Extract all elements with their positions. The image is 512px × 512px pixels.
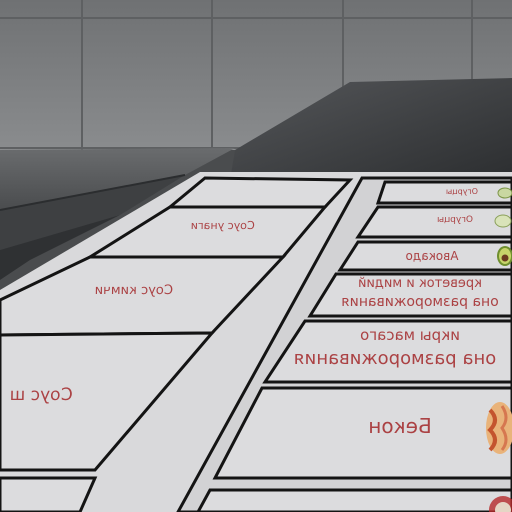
right-panel-cell-1: [375, 180, 512, 205]
right-cell-label-2: Огурцы: [437, 215, 473, 225]
right-cell-label-3: Авокадо: [406, 249, 459, 263]
cucumber-slice-icon: [494, 214, 512, 228]
left-cell-label-2: Соус кимчи: [93, 283, 175, 298]
left-cell-label-3: Соус ш: [7, 385, 74, 405]
right-panel-cell-2: [355, 205, 512, 239]
right-cell-label-6: Бекон: [368, 414, 431, 438]
cucumber-slice-icon: [497, 187, 512, 199]
right-cell-label-4b: она размороживания: [341, 294, 498, 310]
right-cell-label-5b: она размороживания: [294, 348, 496, 369]
right-panel-cell-7: [196, 488, 512, 512]
left-cell-label-1: Соус унаги: [189, 219, 256, 232]
right-cell-label-5a: икры масаго: [360, 326, 460, 344]
right-cell-label-1: Огурцы: [446, 187, 478, 196]
kitchen-scene: Соус унаги Соус кимчи Соус ш Огурцы Огур…: [0, 0, 512, 512]
left-panel-cell-5: [0, 476, 98, 512]
right-cell-label-4a: креветок и мидий: [358, 276, 482, 291]
right-panel-cell-6: [212, 386, 512, 480]
